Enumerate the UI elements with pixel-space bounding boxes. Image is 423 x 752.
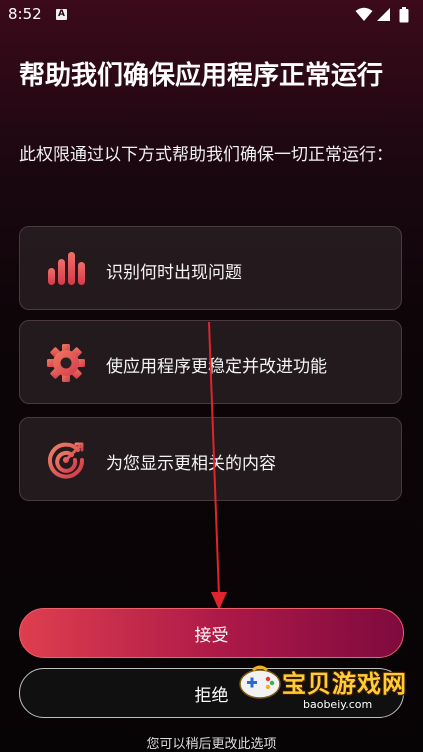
- benefit-card-identify-issues: 识别何时出现问题: [19, 226, 402, 310]
- notification-icon: A: [56, 9, 67, 20]
- page-subtitle: 此权限通过以下方式帮助我们确保一切正常运行：: [19, 145, 393, 165]
- watermark: 宝贝游戏网 baobeiy.com: [235, 660, 415, 720]
- benefit-card-improve-stability: 使应用程序更稳定并改进功能: [19, 320, 402, 404]
- signal-icon: [377, 8, 390, 21]
- gear-icon: [47, 344, 85, 382]
- status-time: 8:52: [8, 5, 42, 23]
- target-icon: [48, 442, 85, 479]
- card-label: 识别何时出现问题: [106, 263, 242, 283]
- battery-icon: [399, 7, 409, 23]
- status-bar: 8:52 A: [0, 0, 423, 30]
- gamepad-logo-icon: [239, 665, 281, 699]
- footer-note: 您可以稍后更改此选项: [146, 737, 277, 752]
- card-label: 为您显示更相关的内容: [106, 454, 276, 474]
- card-label: 使应用程序更稳定并改进功能: [106, 357, 327, 377]
- accept-button-label: 接受: [194, 625, 229, 646]
- watermark-text: 宝贝游戏网: [282, 670, 407, 698]
- benefit-card-relevant-content: 为您显示更相关的内容: [19, 417, 402, 501]
- accept-button[interactable]: 接受: [19, 608, 404, 658]
- wifi-icon: [355, 7, 373, 21]
- watermark-domain: baobeiy.com: [303, 698, 373, 711]
- bar-chart-icon: [48, 252, 85, 285]
- reject-button-label: 拒绝: [194, 685, 229, 706]
- page-title: 帮助我们确保应用程序正常运行: [19, 61, 384, 91]
